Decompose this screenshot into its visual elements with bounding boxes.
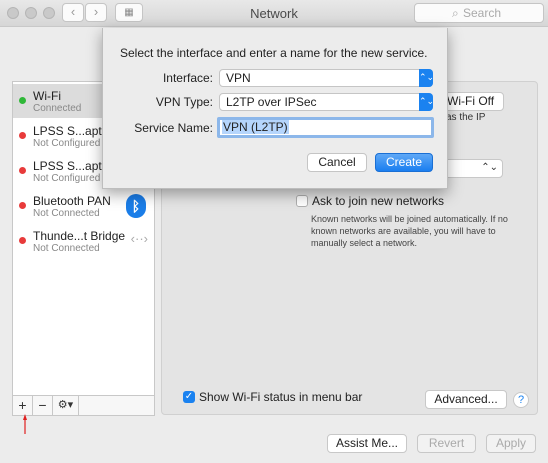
service-item-thunderbolt-bridge[interactable]: Thunde...t Bridge Not Connected ‹··›: [13, 224, 154, 258]
interface-popup[interactable]: VPN ⌃⌄: [219, 69, 434, 87]
service-name-label: Service Name:: [134, 121, 213, 135]
search-icon: ⌕: [452, 6, 459, 20]
show-wifi-status-checkbox[interactable]: ✓: [183, 391, 195, 403]
chevron-updown-icon: ⌃⌄: [419, 69, 434, 87]
title-bar: ‹ › ▦ Network ⌕ Search: [0, 0, 548, 27]
status-dot: [19, 97, 26, 104]
show-wifi-status-label: Show Wi-Fi status in menu bar: [199, 390, 363, 404]
new-service-sheet: Select the interface and enter a name fo…: [102, 28, 448, 189]
cancel-button[interactable]: Cancel: [307, 153, 367, 172]
ask-to-join-help-text: Known networks will be joined automatica…: [311, 214, 508, 248]
service-item-bluetooth-pan[interactable]: Bluetooth PAN Not Connected ᛒ: [13, 189, 154, 223]
advanced-button[interactable]: Advanced...: [425, 390, 507, 409]
ask-to-join-checkbox[interactable]: [296, 195, 308, 207]
status-dot: [19, 237, 26, 244]
service-name: Wi-Fi: [33, 89, 61, 103]
chevron-updown-icon: ⌃⌄: [419, 93, 434, 111]
service-name: Thunde...t Bridge: [33, 229, 126, 243]
service-status: Not Connected: [33, 243, 100, 254]
chevron-updown-icon: ⌃⌄: [481, 162, 498, 173]
thunderbolt-bridge-icon: ‹··›: [130, 231, 148, 246]
service-status: Connected: [33, 103, 82, 114]
service-status: Not Connected: [33, 208, 100, 219]
create-button[interactable]: Create: [375, 153, 433, 172]
checkmark-icon: ✓: [184, 391, 194, 402]
status-dot: [19, 202, 26, 209]
vpn-type-label: VPN Type:: [155, 95, 213, 109]
annotation-arrow-icon: [23, 414, 27, 434]
service-name-value: VPN (L2TP): [222, 120, 289, 134]
bluetooth-icon: ᛒ: [126, 194, 146, 218]
vpn-type-popup[interactable]: L2TP over IPSec ⌃⌄: [219, 93, 434, 111]
service-name: LPSS S...apter: [33, 159, 113, 173]
service-name-field[interactable]: VPN (L2TP): [217, 117, 434, 138]
status-dot: [19, 167, 26, 174]
ip-info-text: as the IP: [446, 112, 486, 123]
interface-label: Interface:: [162, 71, 213, 85]
turn-wifi-off-button[interactable]: Wi-Fi Off: [440, 92, 504, 111]
add-service-button[interactable]: +: [13, 396, 33, 415]
apply-button[interactable]: Apply: [486, 434, 536, 453]
interface-value: VPN: [226, 71, 251, 85]
vpn-type-value: L2TP over IPSec: [226, 95, 317, 109]
revert-button[interactable]: Revert: [417, 434, 476, 453]
help-button[interactable]: ?: [513, 392, 529, 408]
sheet-prompt: Select the interface and enter a name fo…: [120, 46, 428, 60]
service-name: Bluetooth PAN: [33, 194, 111, 208]
status-dot: [19, 132, 26, 139]
ask-to-join-label: Ask to join new networks: [312, 194, 445, 208]
service-status: Not Configured: [33, 173, 101, 184]
service-list-toolbar: + − ⚙▾: [12, 396, 155, 416]
assist-me-button[interactable]: Assist Me...: [327, 434, 407, 453]
search-placeholder: Search: [463, 6, 502, 20]
action-menu-button[interactable]: ⚙▾: [53, 396, 79, 415]
service-status: Not Configured: [33, 138, 101, 149]
search-input[interactable]: ⌕ Search: [414, 3, 544, 23]
remove-service-button[interactable]: −: [33, 396, 53, 415]
